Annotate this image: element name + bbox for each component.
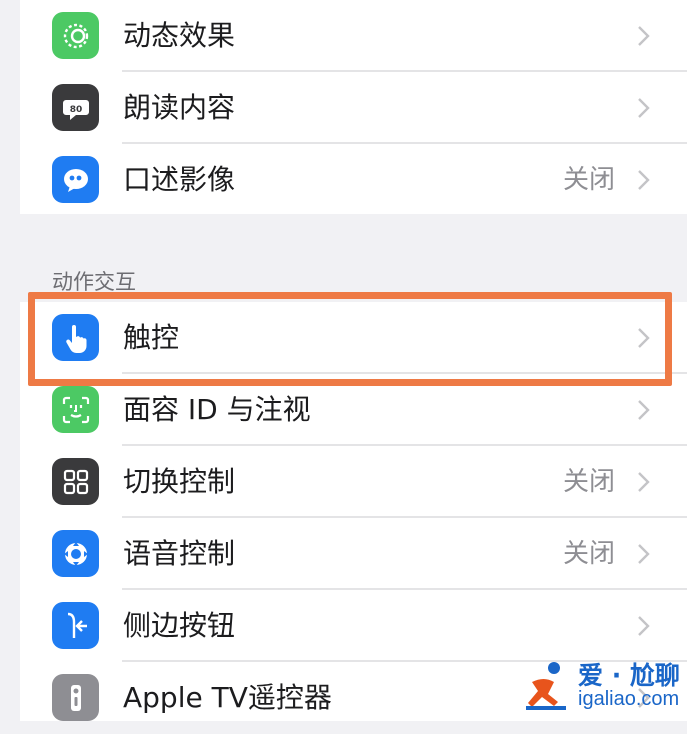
row-label: 口述影像 bbox=[123, 163, 236, 196]
row-value: 关闭 bbox=[562, 467, 615, 497]
settings-group-vision: 动态效果 80 朗读内容 口述影像 关闭 bbox=[20, 0, 687, 214]
highlight-box bbox=[28, 292, 672, 386]
row-label: 切换控制 bbox=[123, 465, 236, 498]
row-motion[interactable]: 动态效果 bbox=[20, 0, 687, 72]
chevron-right-icon bbox=[638, 472, 650, 492]
row-value: 关闭 bbox=[562, 165, 615, 195]
remote-icon bbox=[52, 674, 99, 721]
watermark: 爱 · 尬聊 igaliao.com bbox=[522, 652, 687, 721]
row-switch-control[interactable]: 切换控制 关闭 bbox=[20, 446, 687, 518]
face-id-icon bbox=[52, 386, 99, 433]
motion-icon bbox=[52, 12, 99, 59]
row-label: Apple TV遥控器 bbox=[123, 681, 332, 714]
row-value: 关闭 bbox=[562, 539, 615, 569]
grid-icon bbox=[52, 458, 99, 505]
watermark-title: 爱 · 尬聊 bbox=[578, 661, 680, 690]
chevron-right-icon bbox=[638, 98, 650, 118]
row-label: 语音控制 bbox=[123, 537, 236, 570]
row-label: 朗读内容 bbox=[123, 91, 236, 124]
svg-text:80: 80 bbox=[69, 105, 82, 115]
speech-bubble-icon: 80 bbox=[52, 84, 99, 131]
chevron-right-icon bbox=[638, 616, 650, 636]
row-speak-content[interactable]: 80 朗读内容 bbox=[20, 72, 687, 144]
side-button-icon bbox=[52, 602, 99, 649]
runner-logo-icon bbox=[526, 662, 566, 710]
chevron-right-icon bbox=[638, 544, 650, 564]
watermark-url: igaliao.com bbox=[578, 688, 680, 710]
chevron-right-icon bbox=[638, 400, 650, 420]
row-label: 侧边按钮 bbox=[123, 609, 236, 642]
row-voice-control[interactable]: 语音控制 关闭 bbox=[20, 518, 687, 590]
audio-description-icon bbox=[52, 156, 99, 203]
voice-control-icon bbox=[52, 530, 99, 577]
chevron-right-icon bbox=[638, 170, 650, 190]
row-label: 动态效果 bbox=[123, 19, 236, 52]
chevron-right-icon bbox=[638, 26, 650, 46]
row-audio-descriptions[interactable]: 口述影像 关闭 bbox=[20, 144, 687, 216]
